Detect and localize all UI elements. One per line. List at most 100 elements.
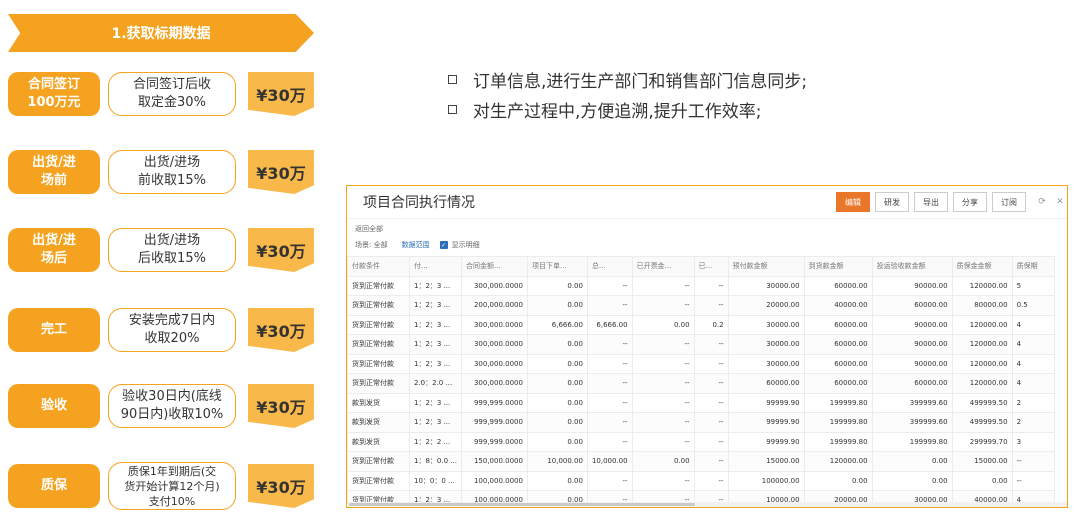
- share-button[interactable]: 分享: [953, 192, 987, 212]
- column-header[interactable]: 已...: [693, 256, 729, 277]
- stage-label: 出货/进 场后: [8, 228, 100, 272]
- refresh-icon[interactable]: ⟳: [1035, 195, 1049, 209]
- show-detail-checkbox[interactable]: ✓: [439, 241, 448, 249]
- table-row[interactable]: 款到发货 1：2：3 ... 999,999.0000 0.00 -- -- -- 99999…: [347, 412, 1055, 433]
- table-cell: 0.2: [693, 314, 729, 335]
- table-cell: 499999.50: [951, 412, 1013, 433]
- table-cell: --: [1011, 451, 1055, 472]
- table-cell: 2: [1011, 412, 1055, 433]
- table-cell: 150,000.0000: [460, 451, 528, 472]
- column-header[interactable]: 项目下单...: [526, 256, 588, 277]
- table-cell: --: [631, 334, 695, 355]
- table-cell: 90000.00: [871, 275, 953, 296]
- table-row[interactable]: 款到发货 1：2：3 ... 999,999.0000 0.00 -- -- -- 99999…: [347, 392, 1055, 413]
- close-icon[interactable]: ✕: [1053, 195, 1067, 209]
- table-cell: 15000.00: [951, 451, 1013, 472]
- table-cell: 5: [1011, 275, 1055, 296]
- table-row[interactable]: 货到正常付款 1：2：3 ... 200,000.0000 0.00 -- -- -- 200…: [347, 295, 1055, 316]
- table-row[interactable]: 货到正常付款 2.0：2.0 ... 300,000.0000 0.00 -- -- -- 6…: [347, 373, 1055, 394]
- breadcrumb[interactable]: 返回全部: [347, 219, 1067, 238]
- table-cell: 90000.00: [871, 353, 953, 374]
- table-cell: 货到正常付款: [347, 451, 410, 472]
- table-cell: 0.00: [526, 392, 588, 413]
- table-cell: 499999.50: [951, 392, 1013, 413]
- column-header[interactable]: 质保期: [1011, 256, 1055, 277]
- table-cell: 货到正常付款: [347, 353, 410, 374]
- table-cell: 10：0：0 ...: [409, 470, 462, 491]
- table-cell: 20000.00: [727, 295, 805, 316]
- stage-label: 完工: [8, 308, 100, 352]
- column-header[interactable]: 付...: [409, 256, 462, 277]
- table-cell: 399999.60: [871, 392, 953, 413]
- contract-execution-panel: 项目合同执行情况 编辑 研发 导出 分享 订阅 ⟳ ✕ 返回全部 场景: 全部 …: [346, 185, 1068, 508]
- table-cell: 1：2：3 ...: [409, 353, 462, 374]
- table-cell: 999,999.0000: [460, 412, 528, 433]
- table-row[interactable]: 货到正常付款 1：8：0.0 ... 150,000.0000 10,000.00 10…: [347, 451, 1055, 472]
- table-cell: 货到正常付款: [347, 275, 410, 296]
- table-cell: --: [693, 295, 729, 316]
- edit-button[interactable]: 编辑: [836, 192, 870, 212]
- table-cell: 0.00: [526, 353, 588, 374]
- table-cell: 款到发货: [347, 431, 410, 452]
- show-detail-label: 显示明细: [451, 241, 480, 249]
- column-header[interactable]: 投运验收款金额: [871, 256, 953, 277]
- stage-description: 出货/进场 后收取15%: [108, 228, 236, 272]
- table-cell: 6,666.00: [526, 314, 588, 335]
- column-header[interactable]: 总...: [586, 256, 633, 277]
- panel-title: 项目合同执行情况: [363, 195, 475, 211]
- stage-description: 安装完成7日内 收取20%: [108, 308, 236, 352]
- table-row[interactable]: 货到正常付款 10：0：0 ... 100,000.0000 0.00 -- -- -- 10…: [347, 470, 1055, 491]
- table-cell: 货到正常付款: [347, 295, 410, 316]
- data-range-link[interactable]: 数据范围: [402, 240, 430, 250]
- bullet-text: 订单信息,进行生产部门和销售部门信息同步;: [473, 71, 808, 92]
- column-header[interactable]: 付款条件: [347, 256, 410, 277]
- table-cell: 100000.00: [727, 470, 805, 491]
- column-header[interactable]: 合同金额...: [460, 256, 528, 277]
- table-row[interactable]: 货到正常付款 1：2：3 ... 300,000.0000 6,666.00 6,666…: [347, 314, 1055, 335]
- table-cell: --: [1011, 470, 1055, 491]
- stage-amount: ¥30万: [248, 150, 314, 194]
- table-cell: 120000.00: [951, 314, 1013, 335]
- stage-description: 验收30日内(底线 90日内)收取10%: [108, 384, 236, 428]
- table-cell: 0.00: [631, 451, 695, 472]
- stage-label: 质保: [8, 464, 100, 508]
- horizontal-scrollbar[interactable]: [347, 502, 1067, 507]
- table-cell: 40000.00: [803, 295, 873, 316]
- column-header[interactable]: 已开票金...: [631, 256, 695, 277]
- table-cell: 1：2：3 ...: [409, 275, 462, 296]
- table-body: 货到正常付款 1：2：3 ... 300,000.0000 0.00 -- -- -- 300…: [347, 275, 1055, 507]
- bullet-list: 订单信息,进行生产部门和销售部门信息同步; 对生产过程中,方便追溯,提升工作效率…: [448, 64, 807, 124]
- stage-label: 合同签订 100万元: [8, 72, 100, 116]
- table-cell: 0.5: [1011, 295, 1055, 316]
- table-cell: 0.00: [526, 470, 588, 491]
- table-cell: 4: [1011, 334, 1055, 355]
- table-row[interactable]: 货到正常付款 1：2：3 ... 300,000.0000 0.00 -- -- -- 300…: [347, 334, 1055, 355]
- table-cell: 60000.00: [803, 275, 873, 296]
- table-row[interactable]: 款到发货 1：2：2 ... 999,999.0000 0.00 -- -- -- 99999…: [347, 431, 1055, 452]
- table-cell: 0.00: [803, 470, 873, 491]
- scrollbar-thumb[interactable]: [349, 503, 695, 506]
- table-cell: 4: [1011, 373, 1055, 394]
- table-cell: 60000.00: [871, 295, 953, 316]
- subscribe-button[interactable]: 订阅: [992, 192, 1026, 212]
- dev-button[interactable]: 研发: [875, 192, 909, 212]
- column-header[interactable]: 到货款金额: [803, 256, 873, 277]
- table-cell: 15000.00: [727, 451, 805, 472]
- table-cell: 2: [1011, 392, 1055, 413]
- table-row[interactable]: 货到正常付款 1：2：3 ... 300,000.0000 0.00 -- -- -- 300…: [347, 275, 1055, 296]
- table-cell: 300,000.0000: [460, 275, 528, 296]
- table-cell: 4: [1011, 314, 1055, 335]
- table-cell: 2.0：2.0 ...: [409, 373, 462, 394]
- column-header[interactable]: 质保金金额: [951, 256, 1013, 277]
- table-cell: 1：2：3 ...: [409, 334, 462, 355]
- table-row[interactable]: 货到正常付款 1：2：3 ... 300,000.0000 0.00 -- -- -- 300…: [347, 353, 1055, 374]
- export-button[interactable]: 导出: [914, 192, 948, 212]
- table-cell: 299999.70: [951, 431, 1013, 452]
- table-cell: --: [586, 275, 633, 296]
- table-cell: 1：8：0.0 ...: [409, 451, 462, 472]
- table-cell: 999,999.0000: [460, 431, 528, 452]
- stage-amount: ¥30万: [248, 464, 314, 508]
- stage-amount: ¥30万: [248, 308, 314, 352]
- scene-select[interactable]: 场景: 全部: [355, 240, 388, 250]
- column-header[interactable]: 预付款金额: [727, 256, 805, 277]
